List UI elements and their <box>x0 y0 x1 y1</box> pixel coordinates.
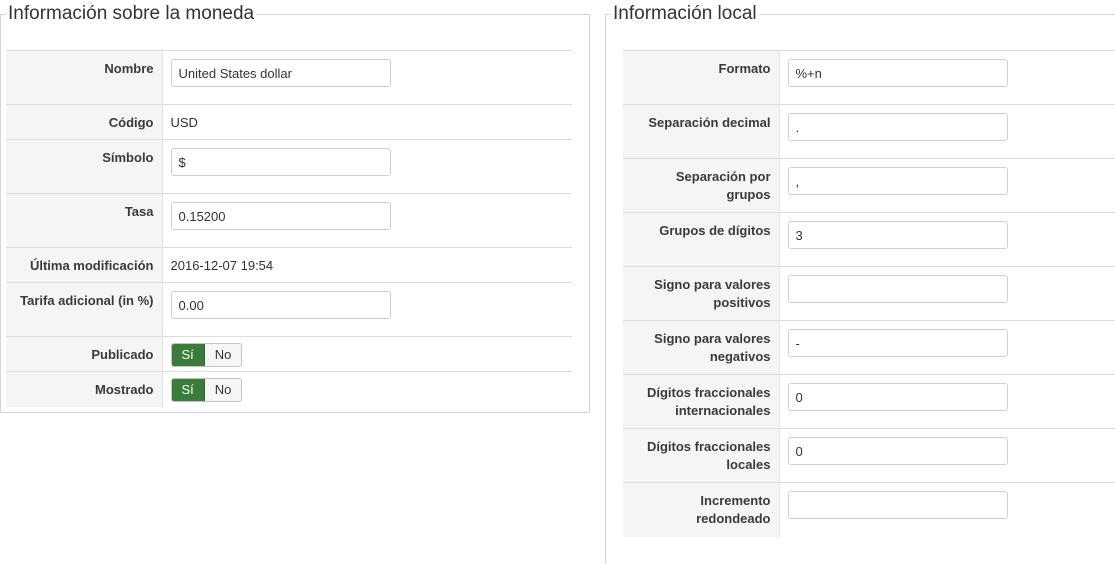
row-pos-sign: Signo para valores positivos <box>623 266 1115 321</box>
group-sep-input[interactable] <box>787 167 1008 195</box>
row-local-frac: Dígitos fraccionales locales <box>623 428 1115 483</box>
row-last-modified: Última modificación 2016-12-07 19:54 <box>6 247 572 283</box>
shown-label: Mostrado <box>6 371 163 407</box>
row-rounding: Incremento redondeado <box>623 482 1115 537</box>
row-extra-fee: Tarifa adicional (in %) <box>6 282 572 337</box>
extra-fee-label: Tarifa adicional (in %) <box>6 282 163 337</box>
shown-no-button[interactable]: No <box>204 379 242 401</box>
intl-frac-input[interactable] <box>787 383 1008 411</box>
extra-fee-input[interactable] <box>170 291 391 319</box>
last-modified-value: 2016-12-07 19:54 <box>170 258 274 273</box>
decimal-sep-label: Separación decimal <box>623 104 780 159</box>
format-input[interactable] <box>787 59 1008 87</box>
local-frac-input[interactable] <box>787 437 1008 465</box>
shown-yes-button[interactable]: Sí <box>171 379 205 401</box>
row-published: Publicado Sí No <box>6 336 572 372</box>
symbol-input[interactable] <box>170 148 391 176</box>
shown-toggle: Sí No <box>170 378 243 402</box>
rate-label: Tasa <box>6 193 163 248</box>
published-label: Publicado <box>6 336 163 372</box>
neg-sign-input[interactable] <box>787 329 1008 357</box>
locale-info-table: Formato Separación decimal Separación po… <box>623 50 1115 537</box>
currency-info-table: Nombre Código USD Símbolo Tasa Última mo… <box>6 50 572 407</box>
rounding-input[interactable] <box>787 491 1008 519</box>
row-code: Código USD <box>6 104 572 140</box>
decimal-sep-input[interactable] <box>787 113 1008 141</box>
published-yes-button[interactable]: Sí <box>171 344 205 366</box>
currency-info-title: Información sobre la moneda <box>8 3 255 24</box>
name-label: Nombre <box>6 50 163 105</box>
published-toggle: Sí No <box>170 343 243 367</box>
row-group-sep: Separación por grupos <box>623 158 1115 213</box>
format-label: Formato <box>623 50 780 105</box>
last-modified-label: Última modificación <box>6 247 163 283</box>
row-name: Nombre <box>6 50 572 105</box>
row-decimal-sep: Separación decimal <box>623 104 1115 159</box>
group-digits-input[interactable] <box>787 221 1008 249</box>
row-intl-frac: Dígitos fraccionales internacionales <box>623 374 1115 429</box>
row-group-digits: Grupos de dígitos <box>623 212 1115 267</box>
code-label: Código <box>6 104 163 140</box>
local-frac-label: Dígitos fraccionales locales <box>623 428 780 483</box>
row-rate: Tasa <box>6 193 572 248</box>
locale-info-title: Información local <box>613 3 757 24</box>
pos-sign-input[interactable] <box>787 275 1008 303</box>
name-input[interactable] <box>170 59 391 87</box>
group-digits-label: Grupos de dígitos <box>623 212 780 267</box>
neg-sign-label: Signo para valores negativos <box>623 320 780 375</box>
code-value: USD <box>170 115 198 130</box>
rate-input[interactable] <box>170 202 391 230</box>
row-shown: Mostrado Sí No <box>6 371 572 407</box>
rounding-label: Incremento redondeado <box>623 482 780 537</box>
row-format: Formato <box>623 50 1115 105</box>
intl-frac-label: Dígitos fraccionales internacionales <box>623 374 780 429</box>
group-sep-label: Separación por grupos <box>623 158 780 213</box>
pos-sign-label: Signo para valores positivos <box>623 266 780 321</box>
row-neg-sign: Signo para valores negativos <box>623 320 1115 375</box>
symbol-label: Símbolo <box>6 139 163 194</box>
currency-info-panel: Información sobre la moneda Nombre Códig… <box>0 4 590 413</box>
published-no-button[interactable]: No <box>204 344 242 366</box>
row-symbol: Símbolo <box>6 139 572 194</box>
locale-info-panel: Información local Formato Separación dec… <box>605 4 1115 564</box>
